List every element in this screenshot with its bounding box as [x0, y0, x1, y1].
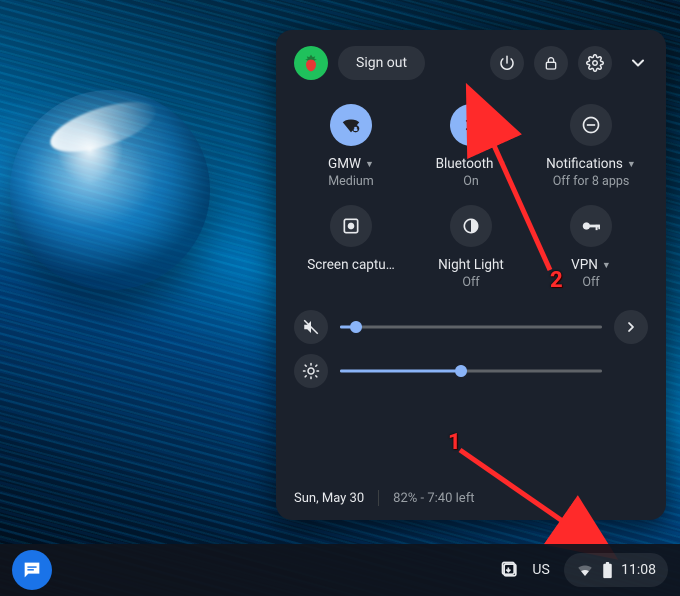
tile-sublabel: Medium — [328, 174, 373, 189]
settings-button[interactable] — [578, 46, 612, 80]
wifi-status-icon — [576, 561, 594, 579]
collapse-button[interactable] — [628, 53, 648, 73]
caret-icon: ▼ — [627, 159, 636, 170]
caret-icon: ▼ — [602, 260, 611, 271]
tile-sublabel: Off for 8 apps — [553, 174, 630, 189]
footer-battery-status: 82% - 7:40 left — [393, 491, 474, 506]
battery-status-icon — [602, 562, 613, 579]
brightness-icon — [302, 362, 320, 380]
quick-settings-panel: Sign out GMW▼ Medium Bluetooth▼ — [276, 30, 666, 520]
chevron-down-icon — [628, 53, 648, 73]
sign-out-label: Sign out — [356, 55, 407, 71]
tile-label: GMW — [328, 156, 361, 172]
vpn-key-icon — [570, 205, 612, 247]
shelf: US 11:08 — [0, 544, 680, 596]
holding-space-icon — [500, 560, 520, 580]
wallpaper-droplet — [10, 90, 210, 290]
messages-app-button[interactable] — [12, 550, 52, 590]
tile-sublabel: Off — [462, 275, 479, 290]
panel-top-row: Sign out — [294, 46, 648, 80]
tile-night-light[interactable]: Night Light Off — [414, 199, 528, 296]
chevron-right-icon — [623, 319, 639, 335]
panel-footer: Sun, May 30 82% - 7:40 left — [294, 480, 648, 506]
divider — [378, 490, 379, 506]
wifi-icon — [330, 104, 372, 146]
tile-label: Screen captu… — [307, 257, 395, 273]
status-area[interactable]: 11:08 — [564, 553, 668, 587]
tile-label: VPN — [571, 257, 598, 273]
messages-icon — [21, 559, 43, 581]
do-not-disturb-icon — [570, 104, 612, 146]
clock: 11:08 — [621, 562, 656, 578]
footer-date: Sun, May 30 — [294, 491, 364, 506]
volume-mute-button[interactable] — [294, 310, 328, 344]
brightness-row — [294, 354, 648, 388]
power-button[interactable] — [490, 46, 524, 80]
caret-icon: ▼ — [365, 159, 374, 170]
lock-button[interactable] — [534, 46, 568, 80]
bluetooth-icon — [450, 104, 492, 146]
tile-screen-capture[interactable]: Screen captu… — [294, 199, 408, 296]
strawberry-icon — [301, 53, 321, 73]
lock-icon — [543, 55, 559, 71]
callout-1: 1 — [448, 430, 461, 455]
avatar[interactable] — [294, 46, 328, 80]
night-light-icon — [450, 205, 492, 247]
brightness-slider[interactable] — [340, 361, 602, 381]
tile-sublabel: On — [463, 174, 479, 189]
ime-button[interactable]: US — [528, 562, 554, 578]
tile-notifications[interactable]: Notifications ▼ Off for 8 apps — [534, 98, 648, 195]
tile-label: Night Light — [438, 257, 504, 273]
audio-settings-button[interactable] — [614, 310, 648, 344]
tile-label: Notifications — [546, 156, 623, 172]
holding-space-button[interactable] — [500, 560, 520, 580]
tile-label: Bluetooth — [436, 156, 494, 172]
power-icon — [498, 54, 516, 72]
gear-icon — [586, 54, 604, 72]
brightness-button[interactable] — [294, 354, 328, 388]
volume-row — [294, 310, 648, 344]
callout-2: 2 — [550, 268, 563, 293]
screen-capture-icon — [330, 205, 372, 247]
volume-slider[interactable] — [340, 317, 602, 337]
tile-sublabel: Off — [582, 275, 599, 290]
ime-label: US — [532, 562, 549, 578]
quick-settings-tiles: GMW▼ Medium Bluetooth▼ On Notifications▼… — [294, 98, 648, 296]
sign-out-button[interactable]: Sign out — [338, 46, 425, 80]
caret-icon: ▼ — [497, 159, 506, 170]
volume-mute-icon — [302, 318, 320, 336]
tile-bluetooth[interactable]: Bluetooth▼ On — [414, 98, 528, 195]
tile-wifi[interactable]: GMW ▼ Medium — [294, 98, 408, 195]
